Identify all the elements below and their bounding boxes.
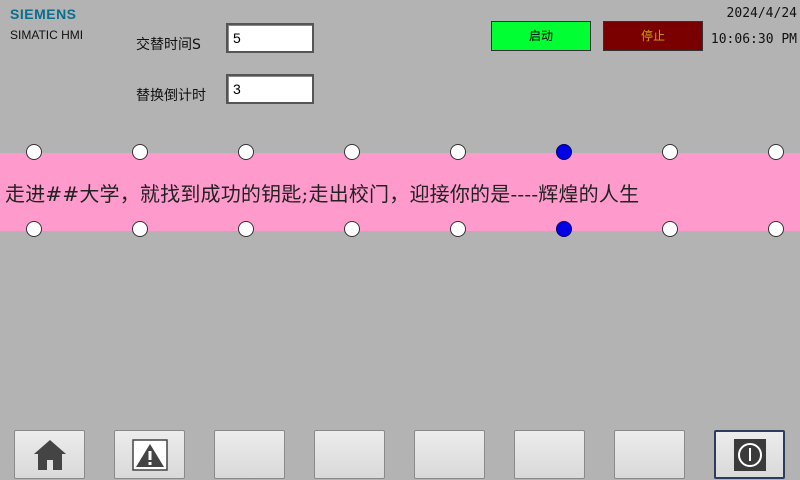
function-key-5[interactable] <box>414 430 485 479</box>
alarm-button[interactable] <box>114 430 185 479</box>
indicator-lamp <box>344 221 360 237</box>
indicator-lamp <box>344 144 360 160</box>
stop-button[interactable]: 停止 <box>603 21 703 51</box>
swap-countdown-label: 替换倒计时 <box>136 88 206 104</box>
indicator-lamp <box>450 144 466 160</box>
warning-icon <box>131 438 168 471</box>
indicator-lamp <box>132 221 148 237</box>
swap-countdown-field: 3 <box>226 74 314 104</box>
function-key-6[interactable] <box>514 430 585 479</box>
home-icon <box>33 439 66 470</box>
indicator-lamp <box>26 221 42 237</box>
indicator-lamp <box>556 221 572 237</box>
product-name: SIMATIC HMI <box>10 28 84 42</box>
power-button[interactable] <box>714 430 785 479</box>
indicator-lamp <box>662 144 678 160</box>
indicator-lamp <box>238 144 254 160</box>
siemens-logo: SIEMENS <box>10 6 77 22</box>
indicator-lamp <box>132 144 148 160</box>
time-display: 10:06:30 PM <box>710 32 797 47</box>
function-key-4[interactable] <box>314 430 385 479</box>
banner-text: 走进##大学，就找到成功的钥匙;走出校门，迎接你的是----辉煌的人生 <box>5 182 640 206</box>
indicator-lamp <box>556 144 572 160</box>
indicator-lamp <box>662 221 678 237</box>
indicator-lamp <box>768 144 784 160</box>
indicator-lamp <box>450 221 466 237</box>
start-button[interactable]: 启动 <box>491 21 591 51</box>
power-icon <box>733 438 766 471</box>
alternate-time-label: 交替时间S <box>136 37 201 53</box>
alternate-time-input[interactable]: 5 <box>226 23 314 53</box>
function-key-7[interactable] <box>614 430 685 479</box>
indicator-lamp <box>238 221 254 237</box>
indicator-lamp <box>26 144 42 160</box>
indicator-lamp <box>768 221 784 237</box>
function-key-3[interactable] <box>214 430 285 479</box>
home-button[interactable] <box>14 430 85 479</box>
date-display: 2024/4/24 <box>726 6 797 21</box>
